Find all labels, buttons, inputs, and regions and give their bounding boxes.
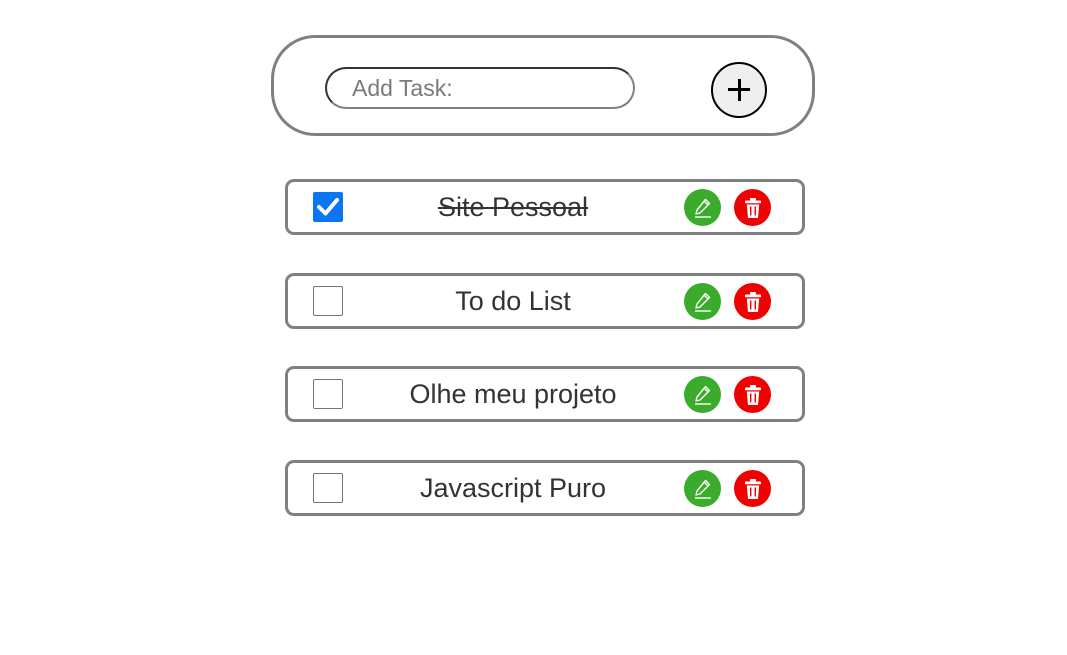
edit-task-button[interactable] bbox=[684, 189, 721, 226]
trash-icon bbox=[744, 291, 761, 312]
task-label: Javascript Puro bbox=[419, 473, 607, 503]
task-label: To do List bbox=[455, 286, 571, 316]
pencil-icon bbox=[694, 198, 711, 218]
add-task-input[interactable] bbox=[325, 67, 635, 109]
pencil-icon bbox=[694, 385, 711, 405]
task-label: Site Pessoal bbox=[437, 192, 589, 222]
trash-icon bbox=[744, 478, 761, 499]
add-task-panel bbox=[271, 35, 815, 136]
edit-task-button[interactable] bbox=[684, 283, 721, 320]
task-checkbox[interactable] bbox=[313, 286, 343, 316]
edit-task-button[interactable] bbox=[684, 470, 721, 507]
delete-task-button[interactable] bbox=[734, 283, 771, 320]
edit-task-button[interactable] bbox=[684, 376, 721, 413]
todo-app: Site Pessoal To do List bbox=[0, 0, 1067, 655]
plus-icon bbox=[728, 79, 750, 101]
task-item: Javascript Puro bbox=[285, 460, 805, 516]
trash-icon bbox=[744, 384, 761, 405]
pencil-icon bbox=[694, 292, 711, 312]
task-item: Site Pessoal bbox=[285, 179, 805, 235]
task-item: To do List bbox=[285, 273, 805, 329]
trash-icon bbox=[744, 197, 761, 218]
task-item: Olhe meu projeto bbox=[285, 366, 805, 422]
checkmark-icon bbox=[317, 198, 339, 216]
pencil-icon bbox=[694, 479, 711, 499]
task-checkbox[interactable] bbox=[313, 379, 343, 409]
task-label: Olhe meu projeto bbox=[409, 379, 617, 409]
delete-task-button[interactable] bbox=[734, 376, 771, 413]
delete-task-button[interactable] bbox=[734, 470, 771, 507]
task-checkbox[interactable] bbox=[313, 192, 343, 222]
delete-task-button[interactable] bbox=[734, 189, 771, 226]
add-task-button[interactable] bbox=[711, 62, 767, 118]
task-checkbox[interactable] bbox=[313, 473, 343, 503]
